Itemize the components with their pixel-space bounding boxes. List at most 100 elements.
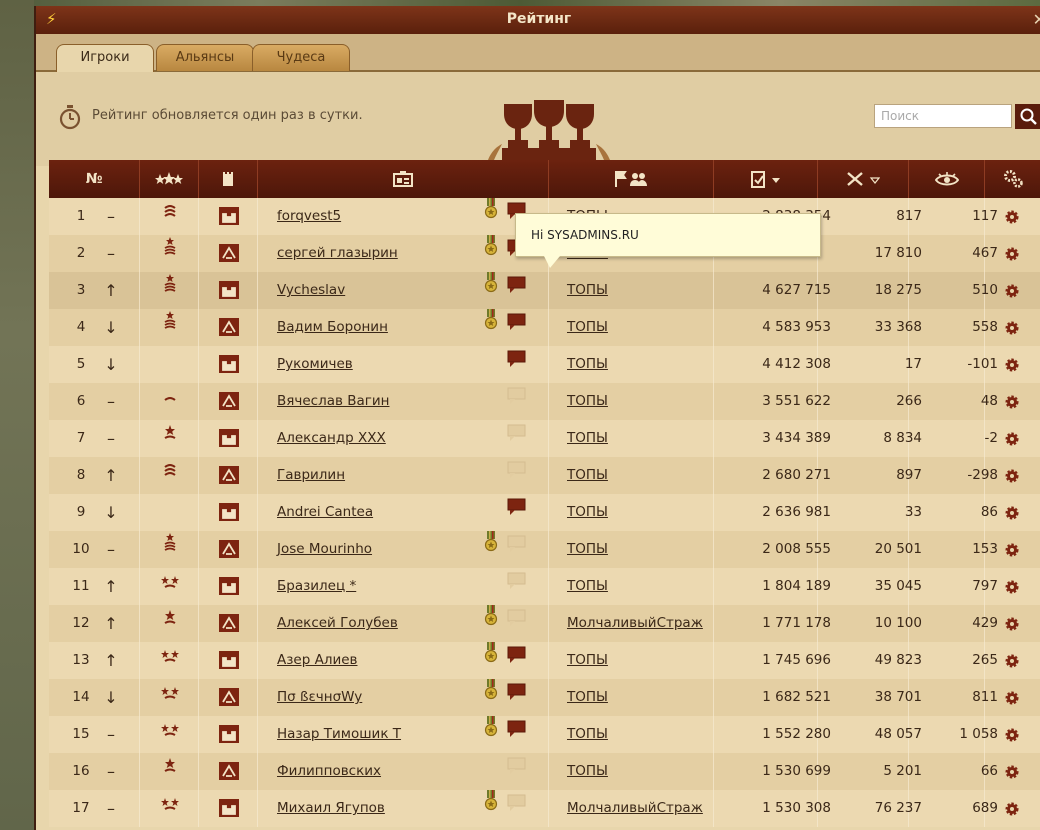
table-row[interactable]: 11 ↑ Бразилец * ТОПЫ 1 804 189 35 045 797: [49, 568, 1040, 605]
gear-icon[interactable]: [1004, 605, 1024, 642]
tab-players[interactable]: Игроки: [56, 44, 154, 73]
city-icon[interactable]: [219, 494, 241, 531]
player-name-link[interactable]: Пσ ßεчнσWy: [277, 689, 362, 705]
column-rank-badge[interactable]: [140, 160, 198, 198]
player-name-link[interactable]: Алексей Голубев: [277, 615, 398, 631]
gear-icon[interactable]: [1004, 383, 1024, 420]
table-row[interactable]: 14 ↓ Пσ ßεчнσWy ТОПЫ 1 682 521 38 701 811: [49, 679, 1040, 716]
player-name-link[interactable]: Вадим Боронин: [277, 319, 388, 335]
gear-icon[interactable]: [1004, 346, 1024, 383]
city-icon[interactable]: [219, 531, 241, 568]
city-icon[interactable]: [219, 309, 241, 346]
table-row[interactable]: 5 ↓ Рукомичев ТОПЫ 4 412 308 17 -101: [49, 346, 1040, 383]
player-name-link[interactable]: forqvest5: [277, 208, 341, 224]
message-icon[interactable]: [507, 346, 527, 383]
gear-icon[interactable]: [1004, 790, 1024, 827]
city-icon[interactable]: [219, 346, 241, 383]
player-name-link[interactable]: Филипповских: [277, 763, 381, 779]
city-icon[interactable]: [219, 679, 241, 716]
table-row[interactable]: 15 – Назар Тимошик Т ТОПЫ 1 552 280 48 057 1 0…: [49, 716, 1040, 753]
city-icon[interactable]: [219, 568, 241, 605]
player-name-link[interactable]: Vycheslav: [277, 282, 345, 298]
alliance-link[interactable]: МолчаливыйСтраж: [567, 800, 703, 816]
player-name-link[interactable]: Бразилец *: [277, 578, 356, 594]
alliance-link[interactable]: ТОПЫ: [567, 689, 608, 705]
alliance-link[interactable]: ТОПЫ: [567, 393, 608, 409]
alliance-link[interactable]: ТОПЫ: [567, 652, 608, 668]
gear-icon[interactable]: [1004, 420, 1024, 457]
city-icon[interactable]: [219, 642, 241, 679]
player-name-link[interactable]: сергей глазырин: [277, 245, 398, 261]
city-icon[interactable]: [219, 272, 241, 309]
column-battle[interactable]: [818, 160, 908, 198]
gear-icon[interactable]: [1004, 716, 1024, 753]
alliance-link[interactable]: ТОПЫ: [567, 504, 608, 520]
city-icon[interactable]: [219, 198, 241, 235]
message-icon[interactable]: [507, 642, 527, 679]
gear-icon[interactable]: [1004, 235, 1024, 272]
player-name-link[interactable]: Вячеслав Вагин: [277, 393, 389, 409]
city-icon[interactable]: [219, 383, 241, 420]
player-name-link[interactable]: Азер Алиев: [277, 652, 357, 668]
gear-icon[interactable]: [1004, 568, 1024, 605]
gear-icon[interactable]: [1004, 642, 1024, 679]
column-points[interactable]: [714, 160, 817, 198]
city-icon[interactable]: [219, 605, 241, 642]
alliance-link[interactable]: ТОПЫ: [567, 356, 608, 372]
message-icon[interactable]: [507, 790, 527, 827]
city-icon[interactable]: [219, 235, 241, 272]
search-button[interactable]: [1015, 104, 1040, 129]
message-icon[interactable]: [507, 272, 527, 309]
table-row[interactable]: 7 – Александр XXX ТОПЫ 3 434 389 8 834 -2: [49, 420, 1040, 457]
message-icon[interactable]: [507, 605, 527, 642]
message-icon[interactable]: [507, 716, 527, 753]
message-icon[interactable]: [507, 420, 527, 457]
column-settings[interactable]: [985, 160, 1040, 198]
alliance-link[interactable]: ТОПЫ: [567, 763, 608, 779]
message-icon[interactable]: [507, 457, 527, 494]
gear-icon[interactable]: [1004, 198, 1024, 235]
message-icon[interactable]: [507, 494, 527, 531]
city-icon[interactable]: [219, 753, 241, 790]
player-name-link[interactable]: Jose Mourinho: [277, 541, 372, 557]
alliance-link[interactable]: МолчаливыйСтраж: [567, 615, 703, 631]
message-icon[interactable]: [507, 309, 527, 346]
gear-icon[interactable]: [1004, 679, 1024, 716]
player-name-link[interactable]: Andrei Cantea: [277, 504, 373, 520]
message-icon[interactable]: [507, 568, 527, 605]
column-spy[interactable]: [909, 160, 984, 198]
column-player[interactable]: [258, 160, 548, 198]
alliance-link[interactable]: ТОПЫ: [567, 541, 608, 557]
table-row[interactable]: 3 ↑ Vycheslav ТОПЫ 4 627 715 18 275 510: [49, 272, 1040, 309]
city-icon[interactable]: [219, 457, 241, 494]
gear-icon[interactable]: [1004, 531, 1024, 568]
message-icon[interactable]: [507, 531, 527, 568]
tab-wonders[interactable]: Чудеса: [252, 44, 350, 71]
table-row[interactable]: 17 – Михаил Ягупов МолчаливыйСтраж 1 530 308…: [49, 790, 1040, 827]
alliance-link[interactable]: ТОПЫ: [567, 282, 608, 298]
column-alliance[interactable]: [549, 160, 713, 198]
close-icon[interactable]: ✕: [1033, 10, 1040, 29]
player-name-link[interactable]: Гаврилин: [277, 467, 345, 483]
table-row[interactable]: 13 ↑ Азер Алиев ТОПЫ 1 745 696 49 823 265: [49, 642, 1040, 679]
table-row[interactable]: 4 ↓ Вадим Боронин ТОПЫ 4 583 953 33 368 558: [49, 309, 1040, 346]
player-name-link[interactable]: Михаил Ягупов: [277, 800, 385, 816]
alliance-link[interactable]: ТОПЫ: [567, 319, 608, 335]
gear-icon[interactable]: [1004, 753, 1024, 790]
player-name-link[interactable]: Назар Тимошик Т: [277, 726, 401, 742]
player-name-link[interactable]: Александр XXX: [277, 430, 386, 446]
alliance-link[interactable]: ТОПЫ: [567, 578, 608, 594]
table-row[interactable]: 6 – Вячеслав Вагин ТОПЫ 3 551 622 266 48: [49, 383, 1040, 420]
tab-alliances[interactable]: Альянсы: [156, 44, 254, 71]
gear-icon[interactable]: [1004, 457, 1024, 494]
column-rank[interactable]: №: [49, 160, 139, 198]
alliance-link[interactable]: ТОПЫ: [567, 467, 608, 483]
alliance-link[interactable]: ТОПЫ: [567, 726, 608, 742]
table-row[interactable]: 12 ↑ Алексей Голубев МолчаливыйСтраж 1 771 1…: [49, 605, 1040, 642]
gear-icon[interactable]: [1004, 494, 1024, 531]
message-icon[interactable]: [507, 753, 527, 790]
city-icon[interactable]: [219, 420, 241, 457]
city-icon[interactable]: [219, 790, 241, 827]
player-name-link[interactable]: Рукомичев: [277, 356, 353, 372]
gear-icon[interactable]: [1004, 309, 1024, 346]
